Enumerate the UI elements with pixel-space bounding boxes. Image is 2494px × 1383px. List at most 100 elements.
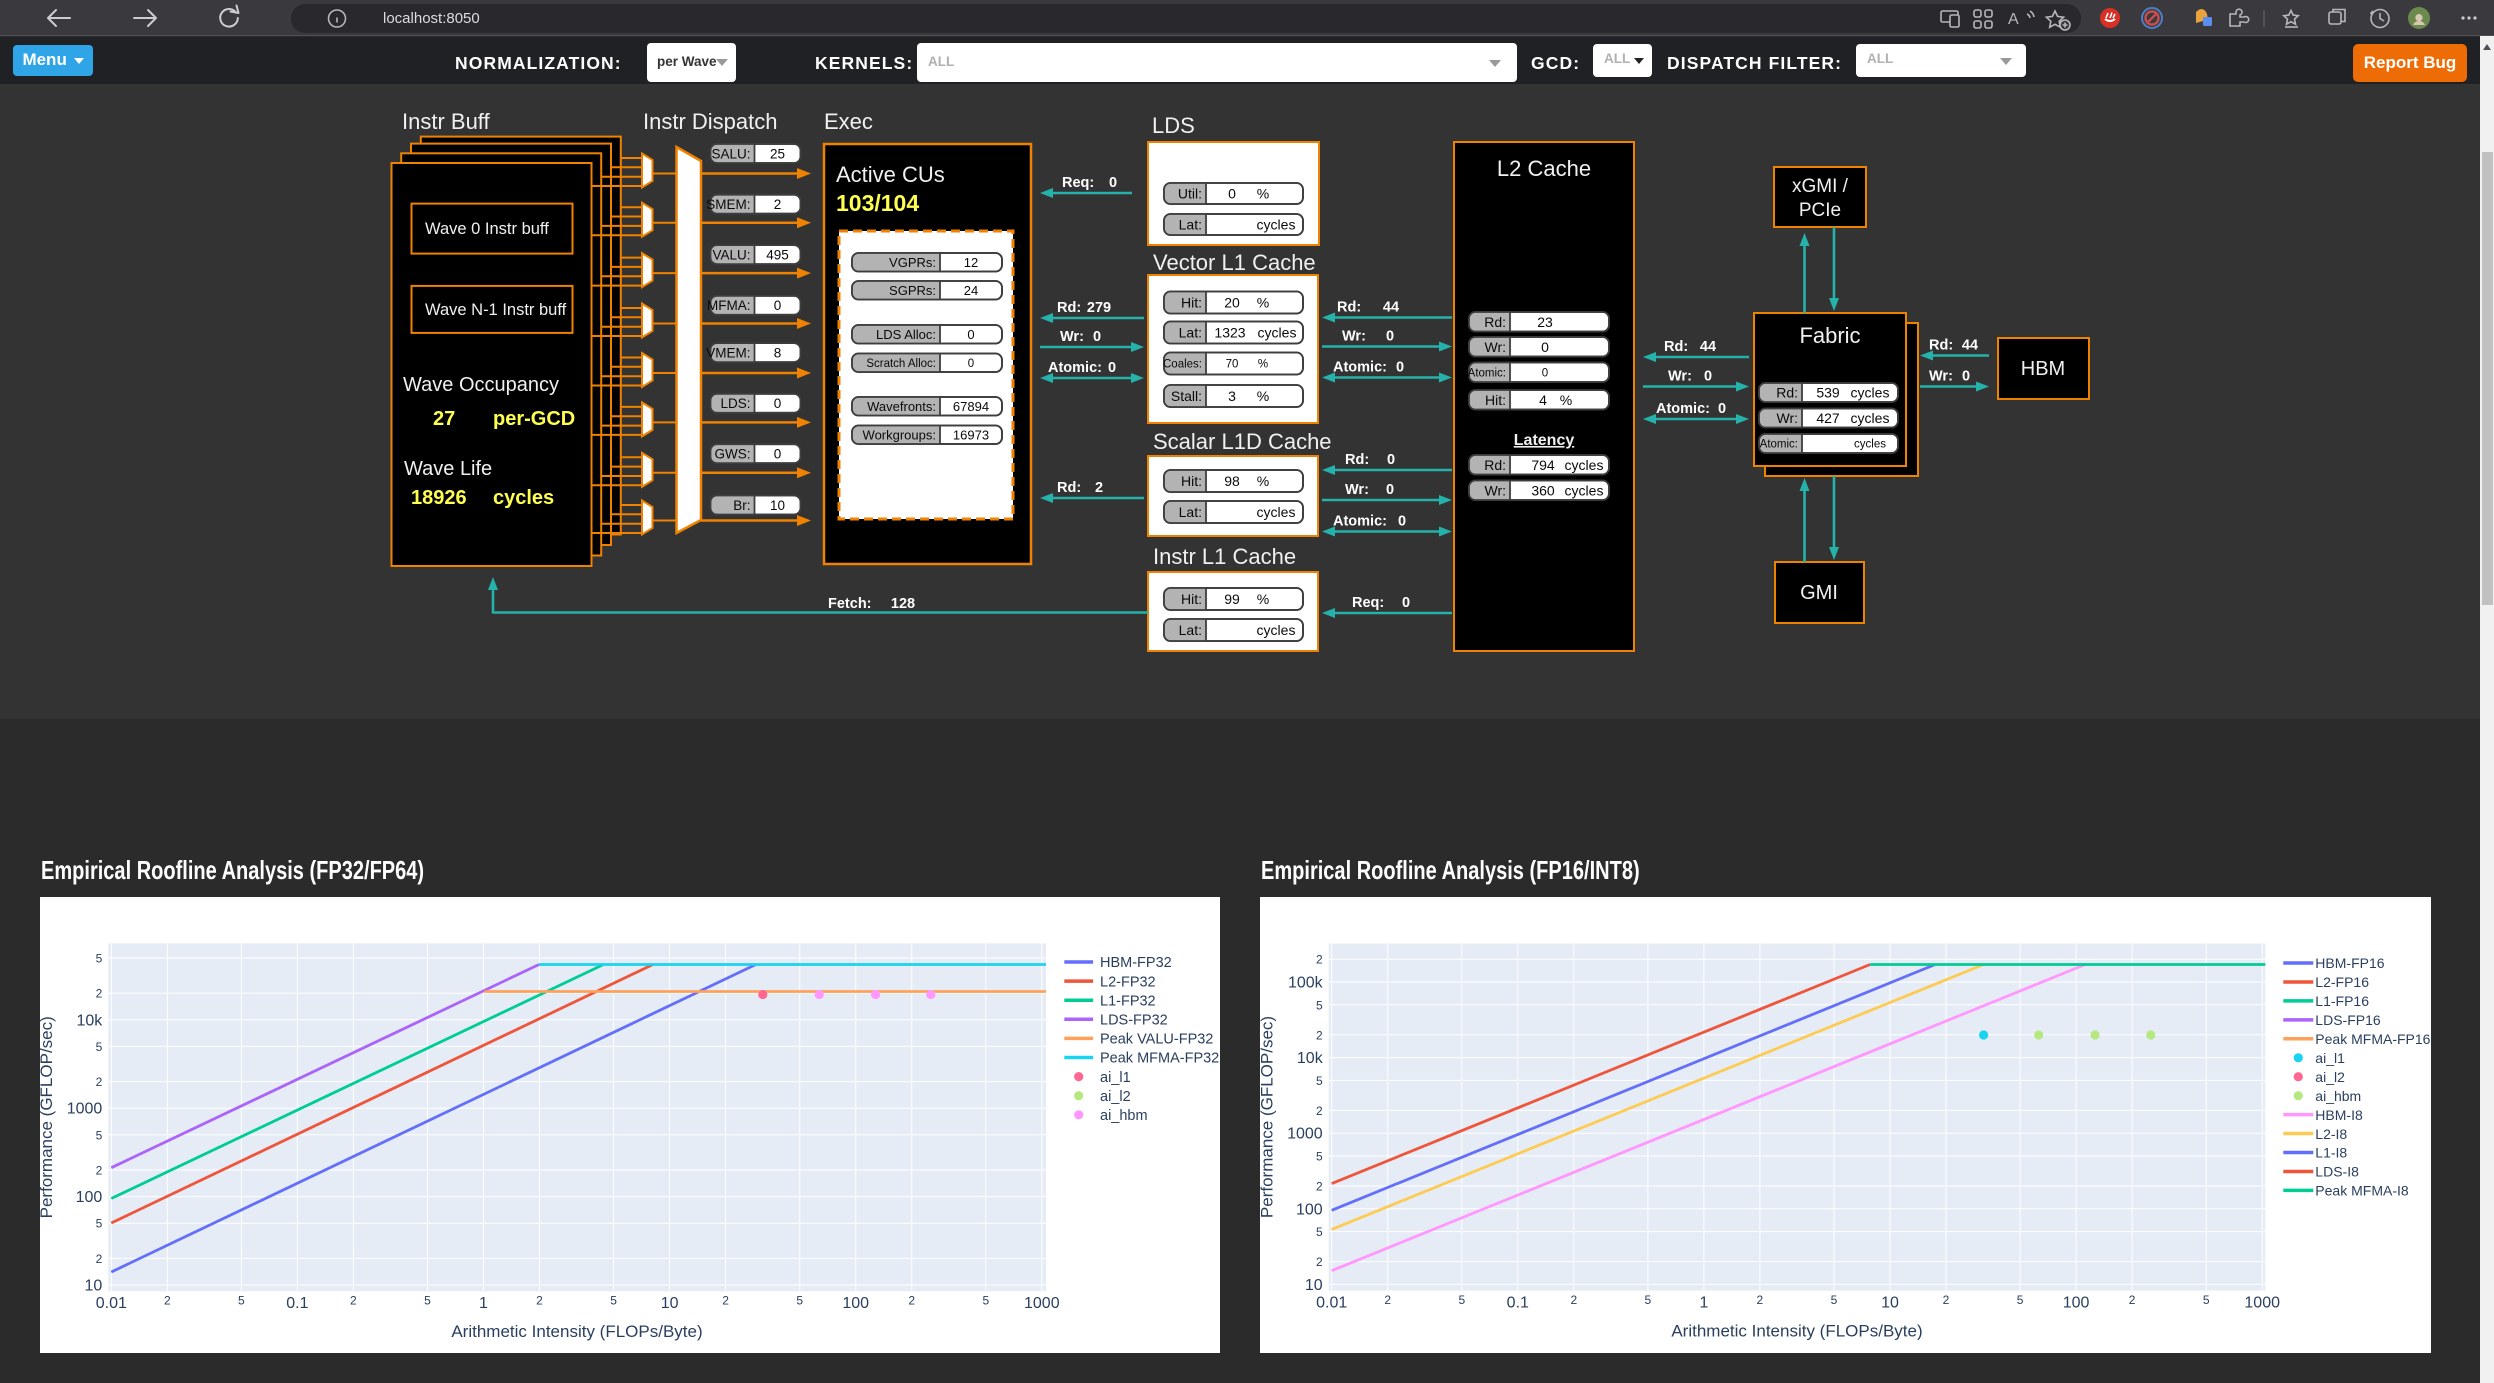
svg-text:2: 2 (1316, 1180, 1323, 1194)
svg-text:LDS-FP32: LDS-FP32 (1100, 1013, 1168, 1029)
svg-text:Arithmetic Intensity (FLOPs/By: Arithmetic Intensity (FLOPs/Byte) (1671, 1322, 1922, 1341)
svg-text:LDS: LDS (1152, 113, 1195, 138)
svg-text:0: 0 (774, 298, 782, 313)
svg-text:0.1: 0.1 (1506, 1295, 1528, 1312)
svg-text:cycles: cycles (1565, 482, 1604, 498)
svg-text:Rd:: Rd: (1484, 314, 1506, 330)
svg-text:Coales:: Coales: (1163, 359, 1202, 371)
svg-text:10: 10 (1305, 1277, 1323, 1294)
svg-text:VMEM:: VMEM: (706, 346, 750, 361)
svg-text:70: 70 (1226, 359, 1239, 371)
svg-text:MFMA:: MFMA: (707, 298, 751, 313)
svg-text:5: 5 (96, 1128, 103, 1142)
svg-text:Br:: Br: (733, 498, 750, 513)
svg-text:5: 5 (96, 1040, 103, 1054)
svg-text:Util:: Util: (1178, 186, 1202, 202)
svg-text:%: % (1257, 388, 1269, 404)
svg-text:0: 0 (774, 396, 782, 411)
svg-text:LDS Alloc:: LDS Alloc: (876, 327, 936, 342)
svg-text:0: 0 (1387, 452, 1395, 468)
svg-text:0.1: 0.1 (286, 1295, 308, 1312)
svg-text:Peak MFMA-I8: Peak MFMA-I8 (2315, 1183, 2409, 1199)
svg-text:Instr Dispatch: Instr Dispatch (643, 109, 778, 134)
svg-text:HBM-FP16: HBM-FP16 (2315, 955, 2384, 971)
svg-text:0: 0 (1386, 482, 1394, 498)
svg-text:5: 5 (1316, 1150, 1323, 1164)
svg-text:Rd:: Rd: (1776, 385, 1798, 401)
svg-text:2: 2 (536, 1294, 543, 1308)
svg-text:cycles: cycles (1257, 217, 1296, 233)
svg-text:HBM: HBM (2021, 358, 2065, 380)
svg-text:Latency: Latency (1514, 432, 1575, 449)
svg-text:5: 5 (610, 1294, 617, 1308)
svg-text:cycles: cycles (1257, 622, 1296, 638)
svg-text:1000: 1000 (67, 1101, 103, 1118)
svg-text:2: 2 (1942, 1293, 1949, 1307)
svg-text:67894: 67894 (953, 399, 989, 414)
svg-text:794: 794 (1531, 457, 1555, 473)
svg-text:0: 0 (1962, 369, 1970, 385)
svg-text:Performance (GFLOP/sec): Performance (GFLOP/sec) (1260, 1016, 1276, 1218)
svg-text:5: 5 (424, 1294, 431, 1308)
svg-text:Rd:: Rd: (1057, 300, 1081, 316)
svg-text:2: 2 (1384, 1293, 1391, 1307)
svg-text:5: 5 (1458, 1293, 1465, 1307)
svg-text:10: 10 (661, 1295, 679, 1312)
svg-text:Peak VALU-FP32: Peak VALU-FP32 (1100, 1032, 1213, 1048)
svg-text:2: 2 (1316, 1255, 1323, 1269)
svg-text:L2-FP16: L2-FP16 (2315, 974, 2369, 990)
svg-text:2: 2 (1316, 953, 1323, 967)
svg-text:0.01: 0.01 (96, 1295, 127, 1312)
svg-text:SALU:: SALU: (711, 146, 750, 161)
svg-text:Arithmetic Intensity (FLOPs/By: Arithmetic Intensity (FLOPs/Byte) (451, 1322, 702, 1341)
svg-text:HBM-I8: HBM-I8 (2315, 1107, 2363, 1123)
svg-text:0: 0 (1108, 360, 1116, 376)
svg-text:5: 5 (1316, 998, 1323, 1012)
svg-text:100: 100 (1296, 1201, 1323, 1218)
svg-text:2: 2 (908, 1294, 915, 1308)
svg-text:279: 279 (1087, 300, 1111, 316)
svg-text:%: % (1257, 186, 1269, 202)
svg-text:8: 8 (774, 346, 782, 361)
svg-text:0: 0 (1718, 401, 1726, 417)
svg-text:Atomic:: Atomic: (1048, 360, 1102, 376)
svg-text:0: 0 (1542, 367, 1548, 379)
svg-text:HBM-FP32: HBM-FP32 (1100, 955, 1172, 971)
svg-text:128: 128 (891, 596, 915, 612)
svg-text:cycles: cycles (493, 487, 554, 509)
svg-text:ai_l2: ai_l2 (1100, 1089, 1131, 1105)
svg-text:10k: 10k (77, 1012, 104, 1029)
svg-text:2: 2 (350, 1294, 357, 1308)
svg-text:Atomic:: Atomic: (1468, 367, 1506, 379)
svg-text:Lat:: Lat: (1179, 504, 1202, 520)
svg-text:2: 2 (1316, 1028, 1323, 1042)
svg-text:Rd:: Rd: (1337, 300, 1361, 316)
svg-text:25: 25 (770, 146, 785, 161)
svg-text:0: 0 (967, 327, 974, 342)
svg-text:0: 0 (1228, 186, 1236, 202)
svg-text:44: 44 (1383, 300, 1399, 316)
svg-text:Lat:: Lat: (1179, 622, 1202, 638)
svg-text:Wr:: Wr: (1776, 410, 1798, 426)
svg-text:0: 0 (1398, 514, 1406, 530)
svg-text:Workgroups:: Workgroups: (863, 427, 936, 442)
svg-text:5: 5 (982, 1294, 989, 1308)
svg-text:ai_hbm: ai_hbm (2315, 1088, 2361, 1104)
svg-text:Wr:: Wr: (1484, 339, 1506, 355)
svg-text:2: 2 (2128, 1293, 2135, 1307)
svg-text:1000: 1000 (1024, 1295, 1060, 1312)
svg-text:ai_l2: ai_l2 (2315, 1069, 2345, 1085)
svg-text:Wr:: Wr: (1345, 482, 1369, 498)
svg-text:GWS:: GWS: (715, 447, 751, 462)
svg-text:cycles: cycles (1851, 385, 1890, 401)
svg-text:495: 495 (766, 248, 789, 263)
svg-text:0: 0 (1704, 369, 1712, 385)
svg-text:Fabric: Fabric (1799, 323, 1860, 348)
svg-text:0: 0 (1386, 329, 1394, 345)
svg-text:5: 5 (2016, 1293, 2023, 1307)
svg-text:L1-FP32: L1-FP32 (1100, 993, 1156, 1009)
svg-text:SMEM:: SMEM: (706, 197, 750, 212)
svg-text:5: 5 (1316, 1225, 1323, 1239)
svg-text:1: 1 (479, 1295, 488, 1312)
svg-text:%: % (1257, 473, 1269, 489)
